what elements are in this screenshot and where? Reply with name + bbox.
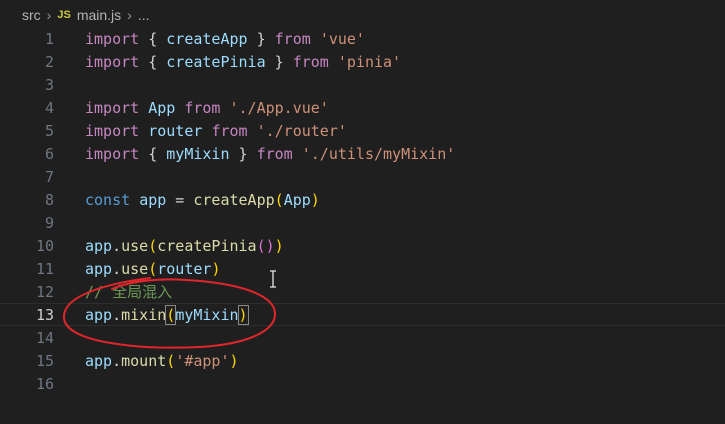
- code-line[interactable]: 9: [0, 211, 725, 234]
- code-comment[interactable]: // 全局混入: [85, 281, 172, 302]
- code-line[interactable]: 6 import { myMixin } from './utils/myMix…: [0, 142, 725, 165]
- line-number: 2: [44, 52, 54, 71]
- line-number: 12: [35, 282, 54, 301]
- breadcrumb: src › JS main.js › ...: [0, 0, 725, 30]
- chevron-right-icon: ›: [127, 7, 132, 23]
- code-line[interactable]: 11 app.use(router): [0, 257, 725, 280]
- code-line[interactable]: 14: [0, 326, 725, 349]
- line-number: 4: [44, 98, 54, 117]
- breadcrumb-symbols[interactable]: ...: [138, 7, 150, 23]
- breadcrumb-folder[interactable]: src: [22, 7, 41, 23]
- code-text[interactable]: import { createPinia } from 'pinia': [85, 53, 401, 71]
- code-line[interactable]: 2 import { createPinia } from 'pinia': [0, 50, 725, 73]
- line-number: 1: [44, 29, 54, 48]
- breadcrumb-file-label: main.js: [76, 7, 122, 23]
- line-number: 10: [35, 236, 54, 255]
- line-number: 9: [44, 213, 54, 232]
- text-cursor-icon: [270, 270, 276, 288]
- code-line-current[interactable]: 13 app.mixin(myMixin): [0, 303, 725, 326]
- code-text[interactable]: app.use(router): [85, 260, 220, 278]
- code-text[interactable]: import App from './App.vue': [85, 99, 329, 117]
- line-number: 8: [44, 190, 54, 209]
- code-line[interactable]: 5 import router from './router': [0, 119, 725, 142]
- code-editor[interactable]: 1 import { createApp } from 'vue' 2 impo…: [0, 27, 725, 424]
- line-number: 11: [35, 259, 54, 278]
- line-number: 13: [35, 305, 54, 324]
- code-line[interactable]: 16: [0, 372, 725, 395]
- code-text[interactable]: app.use(createPinia()): [85, 237, 284, 255]
- code-text[interactable]: app.mixin(myMixin): [85, 304, 249, 325]
- line-number: 14: [35, 328, 54, 347]
- code-text[interactable]: import router from './router': [85, 122, 347, 140]
- code-line[interactable]: 12 // 全局混入: [0, 280, 725, 303]
- code-text[interactable]: app.mount('#app'): [85, 352, 239, 370]
- code-line[interactable]: 3: [0, 73, 725, 96]
- code-text[interactable]: import { myMixin } from './utils/myMixin…: [85, 145, 455, 163]
- line-number: 7: [44, 167, 54, 186]
- breadcrumb-file[interactable]: JS main.js: [57, 7, 121, 23]
- chevron-right-icon: ›: [46, 7, 52, 23]
- javascript-file-icon: JS: [57, 9, 71, 21]
- line-number: 16: [35, 374, 54, 393]
- code-line[interactable]: 1 import { createApp } from 'vue': [0, 27, 725, 50]
- code-text[interactable]: const app = createApp(App): [85, 191, 320, 209]
- code-line[interactable]: 4 import App from './App.vue': [0, 96, 725, 119]
- code-line[interactable]: 8 const app = createApp(App): [0, 188, 725, 211]
- line-number: 3: [44, 75, 54, 94]
- code-text[interactable]: import { createApp } from 'vue': [85, 30, 365, 48]
- code-line[interactable]: 10 app.use(createPinia()): [0, 234, 725, 257]
- code-line[interactable]: 7: [0, 165, 725, 188]
- line-number: 5: [44, 121, 54, 140]
- line-number: 6: [44, 144, 54, 163]
- line-number: 15: [35, 351, 54, 370]
- code-line[interactable]: 15 app.mount('#app'): [0, 349, 725, 372]
